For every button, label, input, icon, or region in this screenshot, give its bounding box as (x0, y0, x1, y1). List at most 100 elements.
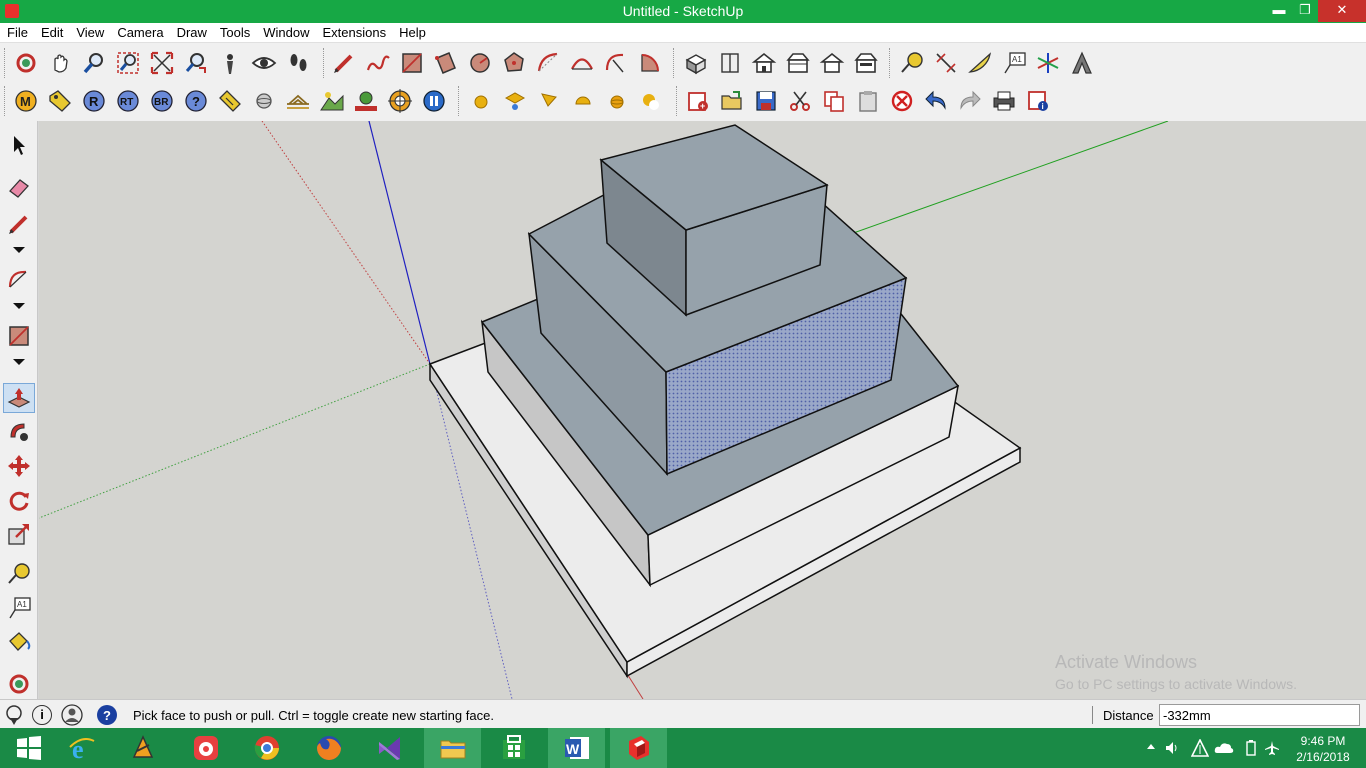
br-badge-icon[interactable]: BR (145, 84, 179, 118)
text-tool-icon[interactable]: A1 (3, 593, 35, 623)
open-icon[interactable] (715, 84, 749, 118)
app-red-icon[interactable] (177, 728, 234, 768)
minimize-button[interactable]: ▬ (1268, 0, 1290, 22)
firefox-icon[interactable] (300, 728, 357, 768)
menu-window[interactable]: Window (256, 23, 315, 40)
top-view-icon[interactable] (713, 46, 747, 80)
look-around-icon[interactable] (247, 46, 281, 80)
airplane-mode-icon[interactable] (1264, 740, 1280, 756)
tape-measure-icon[interactable] (895, 46, 929, 80)
file-explorer-icon[interactable] (424, 728, 481, 768)
flag-icon[interactable] (532, 84, 566, 118)
start-icon[interactable] (0, 728, 57, 768)
select-icon[interactable] (3, 130, 35, 160)
zoom-icon[interactable] (77, 46, 111, 80)
position-camera-icon[interactable] (213, 46, 247, 80)
r-badge-icon[interactable]: R (77, 84, 111, 118)
sphere-icon[interactable] (247, 84, 281, 118)
paint-bucket-icon[interactable] (3, 627, 35, 657)
arc-tool-icon[interactable] (3, 265, 35, 295)
menu-help[interactable]: Help (392, 23, 432, 40)
undo-icon[interactable] (919, 84, 953, 118)
arc-tool-dropdown-icon[interactable] (11, 301, 27, 311)
tape-tool-icon[interactable] (3, 559, 35, 589)
model-canvas[interactable] (39, 121, 1366, 699)
front-view-icon[interactable] (747, 46, 781, 80)
menu-tools[interactable]: Tools (213, 23, 256, 40)
push-pull-icon[interactable] (3, 383, 35, 413)
rt-badge-icon[interactable]: RT (111, 84, 145, 118)
walk-icon[interactable] (281, 46, 315, 80)
half-sphere-icon[interactable] (566, 84, 600, 118)
back-view-icon[interactable] (815, 46, 849, 80)
model-viewport[interactable]: Activate Windows Go to PC settings to ac… (39, 121, 1366, 699)
yellow-sphere-icon[interactable] (464, 84, 498, 118)
pencil-line-icon[interactable] (327, 46, 361, 80)
geo-location-icon[interactable] (4, 704, 24, 726)
instructor-help-icon[interactable]: ? (96, 704, 118, 726)
pie-icon[interactable] (633, 46, 667, 80)
pause-icon[interactable] (417, 84, 451, 118)
store-icon[interactable] (485, 728, 542, 768)
orbit-tool-icon[interactable] (3, 669, 35, 699)
previous-view-icon[interactable] (179, 46, 213, 80)
eraser-icon[interactable] (3, 173, 35, 203)
onedrive-icon[interactable] (1214, 740, 1234, 756)
chrome-icon[interactable] (238, 728, 295, 768)
circle-icon[interactable] (463, 46, 497, 80)
protractor-icon[interactable] (963, 46, 997, 80)
pan-icon[interactable] (43, 46, 77, 80)
erase-selection-icon[interactable] (885, 84, 919, 118)
menu-view[interactable]: View (69, 23, 110, 40)
copy-icon[interactable] (817, 84, 851, 118)
arc-icon[interactable] (531, 46, 565, 80)
redo-icon[interactable] (953, 84, 987, 118)
target-icon[interactable] (383, 84, 417, 118)
cut-icon[interactable] (783, 84, 817, 118)
credits-icon[interactable]: i (32, 705, 52, 725)
zoom-extents-icon[interactable] (145, 46, 179, 80)
menu-draw[interactable]: Draw (170, 23, 213, 40)
rotated-rectangle-icon[interactable] (429, 46, 463, 80)
landscape-icon[interactable] (315, 84, 349, 118)
restore-button[interactable]: ❐ (1294, 0, 1316, 22)
polygon-icon[interactable] (497, 46, 531, 80)
orbit-icon[interactable] (9, 46, 43, 80)
bridge-icon[interactable] (281, 84, 315, 118)
dimension-icon[interactable] (929, 46, 963, 80)
line-tool-icon[interactable] (3, 209, 35, 239)
model-info-icon[interactable]: i (1021, 84, 1055, 118)
measurements-input[interactable]: -332mm (1159, 704, 1360, 726)
m-badge-icon[interactable]: M (9, 84, 43, 118)
word-icon[interactable]: W (548, 728, 605, 768)
iso-view-icon[interactable] (679, 46, 713, 80)
line-tool-dropdown-icon[interactable] (11, 245, 27, 255)
menu-file[interactable]: File (0, 23, 34, 40)
taskbar-clock[interactable]: 9:46 PM 2/16/2018 (1286, 733, 1360, 765)
menu-edit[interactable]: Edit (34, 23, 69, 40)
rotate-icon[interactable] (3, 485, 35, 515)
tag-icon[interactable] (43, 84, 77, 118)
print-icon[interactable] (987, 84, 1021, 118)
rectangle-icon[interactable] (395, 46, 429, 80)
right-view-icon[interactable] (781, 46, 815, 80)
network-icon[interactable] (1191, 739, 1209, 757)
gold-sphere-icon[interactable] (600, 84, 634, 118)
sun-shadow-icon[interactable] (498, 84, 532, 118)
menu-camera[interactable]: Camera (110, 23, 169, 40)
text-icon[interactable]: A1 (997, 46, 1031, 80)
menu-extensions[interactable]: Extensions (316, 23, 393, 40)
user-account-icon[interactable] (61, 704, 83, 726)
internet-explorer-icon[interactable]: e (53, 728, 110, 768)
save-icon[interactable] (749, 84, 783, 118)
freehand-icon[interactable] (361, 46, 395, 80)
help-badge-icon[interactable]: ? (179, 84, 213, 118)
tree-landscape-icon[interactable] (349, 84, 383, 118)
axes-icon[interactable] (1031, 46, 1065, 80)
label-tag-icon[interactable] (213, 84, 247, 118)
paste-icon[interactable] (851, 84, 885, 118)
shape-tool-dropdown-icon[interactable] (11, 357, 27, 367)
3d-text-icon[interactable] (1065, 46, 1099, 80)
battery-icon[interactable] (1246, 740, 1256, 756)
zoom-window-icon[interactable] (111, 46, 145, 80)
